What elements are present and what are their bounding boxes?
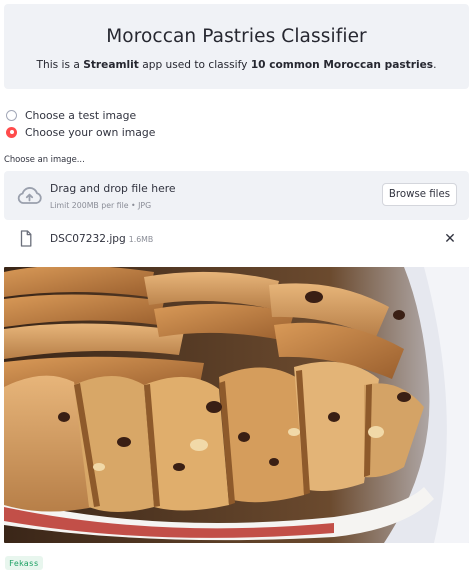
file-dropzone[interactable]: Drag and drop file here Limit 200MB per … xyxy=(4,171,469,220)
file-name-text: DSC07232.jpg xyxy=(50,233,126,245)
uploader-label: Choose an image... xyxy=(4,154,85,164)
subtitle-highlight: 10 common Moroccan pastries xyxy=(250,59,434,71)
subtitle-prefix: This is a xyxy=(36,59,84,71)
radio-option-test-image[interactable]: Choose a test image xyxy=(6,108,136,122)
file-name: DSC07232.jpg 1.6MB xyxy=(50,233,153,245)
uploaded-file-row: DSC07232.jpg 1.6MB ✕ xyxy=(4,228,469,254)
uploaded-image-preview xyxy=(4,267,469,543)
radio-button-unselected[interactable] xyxy=(6,109,17,121)
dropzone-limit-text: Limit 200MB per file • JPG xyxy=(50,201,152,210)
prediction-result-badge: Fekass xyxy=(5,556,43,570)
close-icon[interactable]: ✕ xyxy=(441,230,459,248)
file-icon xyxy=(20,230,32,247)
subtitle-suffix: . xyxy=(433,59,437,71)
radio-label: Choose a test image xyxy=(25,108,137,122)
dropzone-instructions: Drag and drop file here xyxy=(50,182,176,195)
page-title: Moroccan Pastries Classifier xyxy=(106,26,367,47)
radio-label: Choose your own image xyxy=(25,125,156,139)
page-subtitle: This is a Streamlit app used to classify… xyxy=(4,59,469,71)
pastry-photo xyxy=(4,267,469,543)
radio-button-selected[interactable] xyxy=(6,126,17,138)
browse-files-button[interactable]: Browse files xyxy=(382,183,457,206)
subtitle-middle: app used to classify xyxy=(138,59,251,71)
cloud-upload-icon xyxy=(17,187,42,204)
subtitle-app-name: Streamlit xyxy=(83,59,139,71)
file-size: 1.6MB xyxy=(128,235,154,244)
radio-option-own-image[interactable]: Choose your own image xyxy=(6,125,155,139)
app-header: Moroccan Pastries Classifier This is a S… xyxy=(4,4,469,89)
